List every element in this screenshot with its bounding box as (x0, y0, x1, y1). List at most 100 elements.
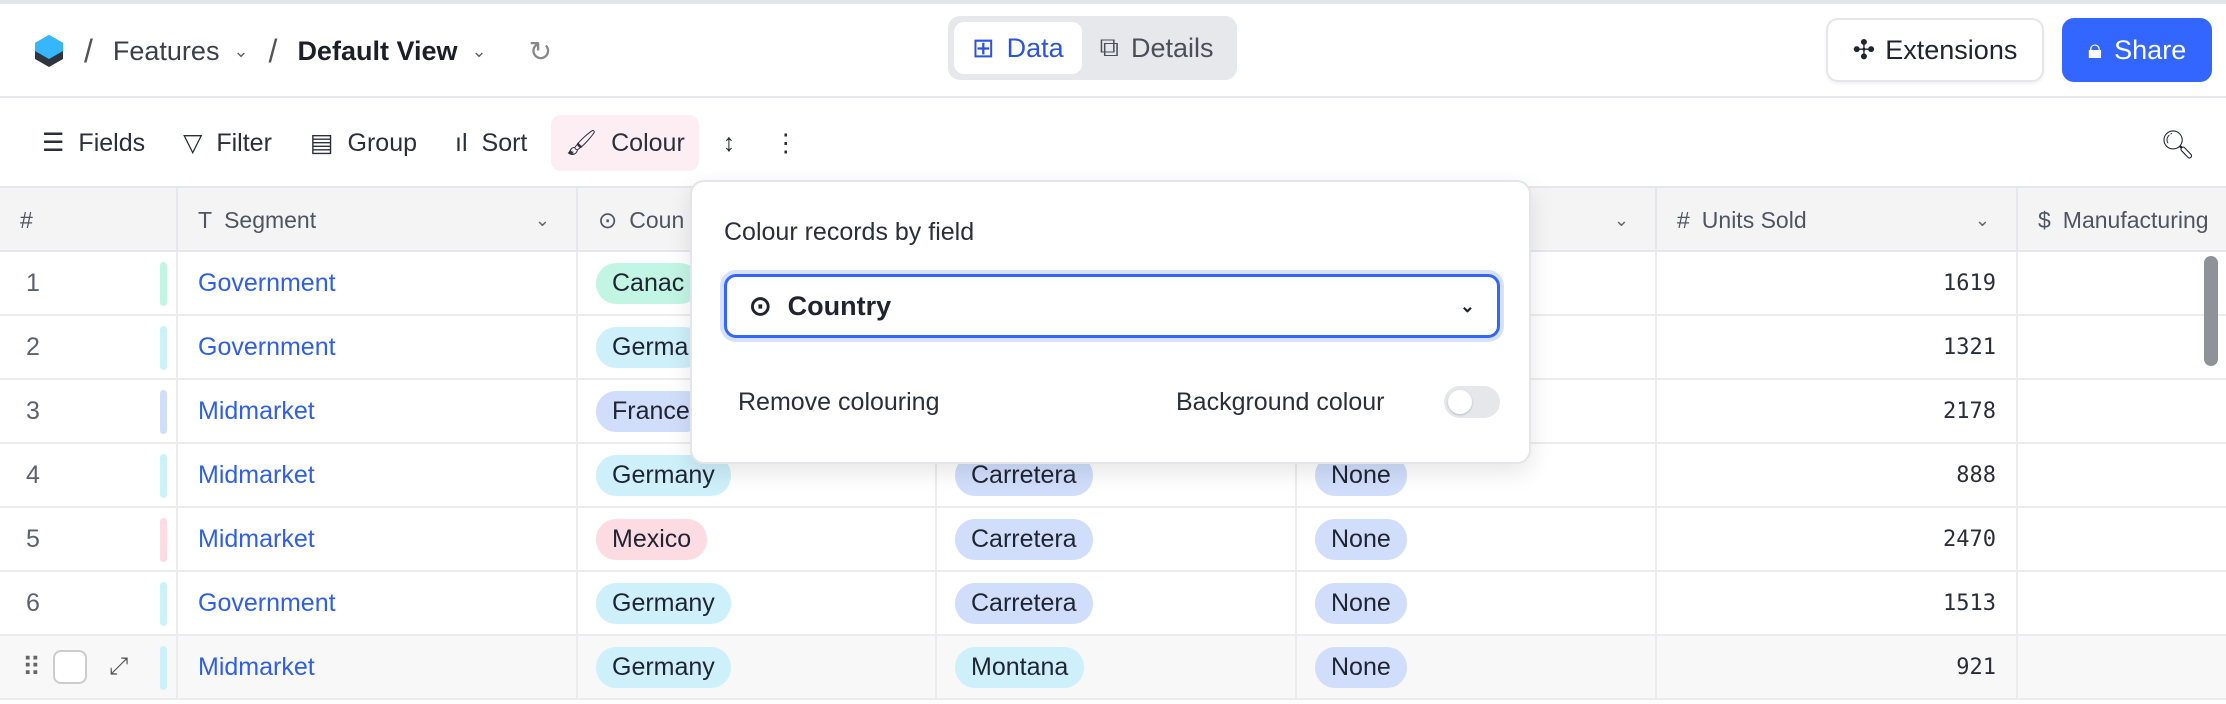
search-icon[interactable]: 🔍︎ (2160, 128, 2196, 161)
manufacturing-cell[interactable] (2018, 380, 2226, 442)
column-units-sold[interactable]: # Units Sold ⌄ (1657, 188, 2018, 252)
segment-link[interactable]: Midmarket (178, 525, 315, 554)
column-manufacturing[interactable]: $ Manufacturing (2018, 188, 2226, 252)
chevron-down-icon[interactable]: ⌄ (535, 210, 550, 231)
button-label: Group (347, 128, 418, 157)
extensions-button[interactable]: ✣ Extensions (1826, 18, 2044, 82)
text-type-icon: T (198, 206, 213, 233)
row-checkbox[interactable] (53, 650, 88, 684)
segment-link[interactable]: Government (178, 269, 336, 298)
product-cell[interactable]: Montana (937, 636, 1297, 698)
manufacturing-cell[interactable] (2018, 252, 2226, 314)
segment-link[interactable]: Midmarket (178, 461, 315, 490)
column-label: Manufacturing (2062, 206, 2209, 233)
chevron-down-icon[interactable]: ⌄ (1614, 210, 1629, 231)
segment-link[interactable]: Midmarket (178, 397, 315, 426)
colour-popup: Colour records by field ⊙ Country ⌄ Remove… (690, 180, 1531, 464)
product-cell[interactable]: Carretera (937, 508, 1297, 570)
segment-link[interactable]: Midmarket (178, 653, 315, 682)
row-colour-indicator (160, 518, 167, 562)
index-cell: 5 (0, 508, 178, 570)
more-button[interactable]: ⋮ (759, 115, 812, 171)
product-cell[interactable]: Carretera (937, 572, 1297, 634)
discount-cell[interactable]: None (1297, 636, 1657, 698)
segment-cell[interactable]: Midmarket (178, 636, 578, 698)
manufacturing-cell[interactable] (2018, 444, 2226, 506)
table-row[interactable]: ⠿ ⤢ Midmarket Germany Montana None 921 (0, 636, 2226, 700)
background-colour-toggle[interactable] (1444, 386, 1500, 418)
segment-link[interactable]: Government (178, 589, 336, 618)
segment-cell[interactable]: Midmarket (178, 380, 578, 442)
more-vertical-icon: ⋮ (773, 129, 799, 157)
row-height-button[interactable]: ↕ (709, 115, 750, 171)
button-label: Share (2114, 34, 2187, 65)
table-row[interactable]: 5 Midmarket Mexico Carretera None 2470 (0, 508, 2226, 572)
discount-cell[interactable]: None (1297, 572, 1657, 634)
colour-field-select[interactable]: ⊙ Country ⌄ (724, 274, 1500, 338)
units-sold-cell[interactable]: 1513 (1657, 572, 2018, 634)
index-cell: 1 (0, 252, 178, 314)
column-segment[interactable]: T Segment ⌄ (178, 188, 578, 252)
segment-cell[interactable]: Government (178, 252, 578, 314)
share-button[interactable]: 🔒︎ Share (2062, 18, 2212, 82)
expand-icon[interactable]: ⤢ (109, 653, 128, 681)
segment-cell[interactable]: Midmarket (178, 508, 578, 570)
segment-cell[interactable]: Government (178, 572, 578, 634)
row-number: 5 (26, 524, 40, 553)
group-button[interactable]: ▤ Group (296, 115, 431, 171)
row-colour-indicator (160, 582, 167, 626)
country-cell[interactable]: Germany (578, 572, 937, 634)
breadcrumb-features[interactable]: Features (113, 36, 220, 67)
filter-icon: ▽ (183, 129, 203, 157)
table-row[interactable]: 6 Government Germany Carretera None 1513 (0, 572, 2226, 636)
fields-button[interactable]: ☰ Fields (28, 115, 159, 171)
units-sold-cell[interactable]: 921 (1657, 636, 2018, 698)
chevron-down-icon: ⌄ (1459, 295, 1475, 316)
manufacturing-cell[interactable] (2018, 508, 2226, 570)
tab-data[interactable]: ⊞ Data (954, 22, 1082, 74)
units-sold-cell[interactable]: 2470 (1657, 508, 2018, 570)
chevron-down-icon[interactable]: ⌄ (1975, 210, 1990, 231)
vertical-scrollbar[interactable] (2204, 256, 2218, 366)
country-cell[interactable]: Mexico (578, 508, 937, 570)
breadcrumb-view[interactable]: Default View (297, 36, 457, 67)
app-logo-icon[interactable] (34, 34, 64, 68)
product-chip: Carretera (955, 518, 1093, 560)
units-sold-cell[interactable]: 888 (1657, 444, 2018, 506)
units-value: 1321 (1943, 334, 1996, 360)
segment-cell[interactable]: Midmarket (178, 444, 578, 506)
country-cell[interactable]: Germany (578, 636, 937, 698)
units-sold-cell[interactable]: 1619 (1657, 252, 2018, 314)
country-chip: Mexico (596, 518, 708, 560)
button-label: Colour (611, 128, 685, 157)
diagram-icon: ⧉ (1099, 32, 1119, 62)
tab-details[interactable]: ⧉ Details (1082, 22, 1232, 74)
manufacturing-cell[interactable] (2018, 572, 2226, 634)
colour-button[interactable]: 🖌︎ Colour (551, 115, 699, 171)
manufacturing-cell[interactable] (2018, 316, 2226, 378)
refresh-icon[interactable]: ↻ (529, 35, 552, 68)
archive-icon: ▤ (309, 129, 334, 157)
units-sold-cell[interactable]: 2178 (1657, 380, 2018, 442)
units-sold-cell[interactable]: 1321 (1657, 316, 2018, 378)
segment-cell[interactable]: Government (178, 316, 578, 378)
discount-chip: None (1315, 518, 1407, 560)
manufacturing-cell[interactable] (2018, 636, 2226, 698)
paint-brush-icon: 🖌︎ (565, 128, 598, 157)
select-type-icon: ⊙ (749, 290, 772, 321)
button-label: Sort (481, 128, 528, 157)
drag-handle-icon[interactable]: ⠿ (22, 652, 41, 683)
row-colour-indicator (160, 262, 167, 306)
chevron-down-icon[interactable]: ⌄ (233, 41, 248, 62)
row-number: 6 (26, 588, 40, 617)
remove-colouring-button[interactable]: Remove colouring (738, 388, 940, 417)
sort-button[interactable]: ıl Sort (441, 115, 541, 171)
column-index: # (0, 188, 178, 252)
segment-link[interactable]: Government (178, 333, 336, 362)
view-switcher: ⊞ Data ⧉ Details (948, 16, 1238, 80)
row-number: 3 (26, 396, 40, 425)
discount-cell[interactable]: None (1297, 508, 1657, 570)
filter-button[interactable]: ▽ Filter (169, 115, 286, 171)
chevron-down-icon[interactable]: ⌄ (472, 41, 487, 62)
list-icon: ☰ (42, 129, 65, 157)
